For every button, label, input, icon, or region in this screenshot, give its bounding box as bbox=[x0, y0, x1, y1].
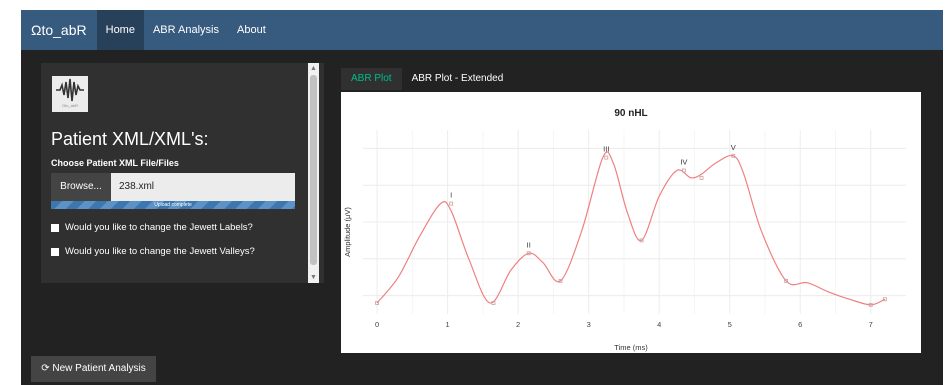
app-logo: Oto_abR bbox=[52, 76, 88, 112]
peak-label: III bbox=[603, 145, 609, 154]
x-tick-label: 4 bbox=[657, 320, 661, 329]
tab-abr-plot-extended[interactable]: ABR Plot - Extended bbox=[402, 68, 514, 90]
screenshot-frame: Ωto_abR Home ABR Analysis About Oto_abR … bbox=[0, 0, 946, 385]
jewett-valleys-checkbox-label: Would you like to change the Jewett Vall… bbox=[65, 246, 255, 257]
sidebar-title: Patient XML/XML's: bbox=[51, 129, 209, 149]
peak-label: V bbox=[731, 143, 736, 152]
y-axis-label: Amplitude (μV) bbox=[343, 207, 352, 257]
abr-plot: 90 nHL 01234567 I II III IV V Time (ms) Ampl… bbox=[341, 92, 921, 353]
peak-label: I bbox=[450, 191, 452, 200]
app-window: Ωto_abR Home ABR Analysis About Oto_abR … bbox=[21, 10, 943, 385]
sidebar-panel: Oto_abR Patient XML/XML's: Choose Patien… bbox=[41, 63, 324, 283]
x-tick-label: 7 bbox=[869, 320, 873, 329]
x-tick-label: 5 bbox=[728, 320, 732, 329]
scrollbar-thumb[interactable] bbox=[310, 75, 317, 265]
x-tick-label: 2 bbox=[516, 320, 520, 329]
plot-tabs: ABR Plot ABR Plot - Extended bbox=[341, 68, 513, 90]
upload-progress-bar: Upload complete bbox=[51, 201, 295, 209]
waveform-icon bbox=[56, 78, 84, 102]
new-patient-analysis-label: New Patient Analysis bbox=[52, 363, 146, 374]
tab-abr-plot[interactable]: ABR Plot bbox=[341, 68, 402, 90]
x-tick-label: 3 bbox=[587, 320, 591, 329]
jewett-valleys-checkbox[interactable]: Would you like to change the Jewett Vall… bbox=[51, 246, 255, 257]
abr-chart: 90 nHL 01234567 IIIIIIIVV Time (ms) Ampl… bbox=[341, 92, 921, 353]
new-patient-analysis-button[interactable]: ⟳ New Patient Analysis bbox=[31, 356, 156, 382]
nav-home[interactable]: Home bbox=[96, 10, 144, 50]
scroll-down-arrow-icon[interactable]: ▼ bbox=[308, 272, 319, 283]
x-tick-label: 6 bbox=[798, 320, 802, 329]
upload-status-text: Upload complete bbox=[154, 202, 192, 208]
sidebar-scrollbar[interactable]: ▲ ▼ bbox=[308, 63, 319, 283]
navbar: Ωto_abR Home ABR Analysis About bbox=[21, 10, 943, 50]
checkbox-box[interactable] bbox=[51, 247, 59, 256]
x-tick-label: 1 bbox=[446, 320, 450, 329]
peak-label: II bbox=[527, 240, 531, 249]
jewett-labels-checkbox[interactable]: Would you like to change the Jewett Labe… bbox=[51, 222, 253, 233]
file-name-field[interactable]: 238.xml bbox=[111, 173, 295, 201]
peak-label: IV bbox=[680, 157, 687, 166]
browse-button[interactable]: Browse... bbox=[51, 173, 111, 201]
refresh-icon: ⟳ bbox=[41, 363, 50, 374]
x-tick-label: 0 bbox=[375, 320, 379, 329]
checkbox-box[interactable] bbox=[51, 223, 59, 232]
nav-abr-analysis[interactable]: ABR Analysis bbox=[144, 10, 228, 50]
logo-caption: Oto_abR bbox=[61, 103, 78, 108]
chart-title: 90 nHL bbox=[614, 108, 647, 119]
jewett-labels-checkbox-label: Would you like to change the Jewett Labe… bbox=[65, 222, 253, 233]
scroll-up-arrow-icon[interactable]: ▲ bbox=[308, 63, 319, 74]
file-input: Browse... 238.xml bbox=[51, 173, 295, 201]
nav-about[interactable]: About bbox=[228, 10, 275, 50]
x-axis-label: Time (ms) bbox=[614, 343, 648, 352]
choose-file-label: Choose Patient XML File/Files bbox=[51, 158, 179, 168]
brand-link[interactable]: Ωto_abR bbox=[21, 10, 97, 50]
